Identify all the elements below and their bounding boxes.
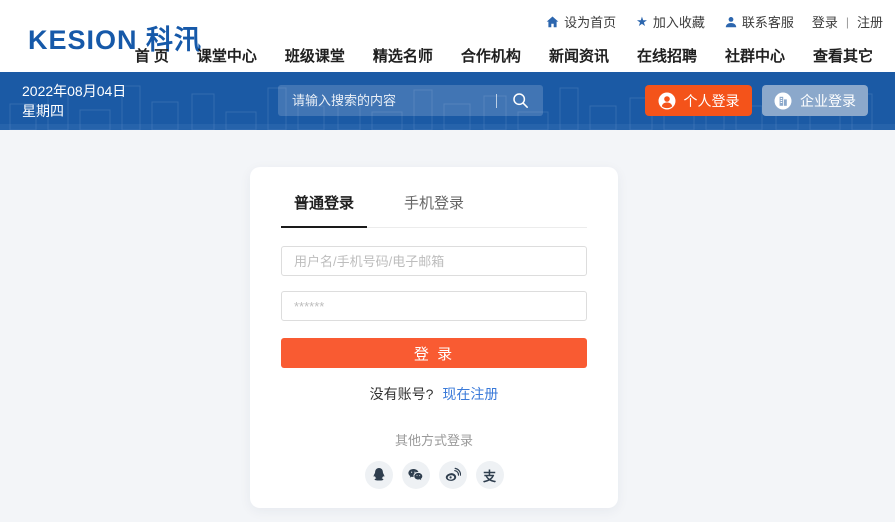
search-icon [512, 92, 529, 109]
banner: 2022年08月04日 星期四 个人登录 [0, 72, 895, 130]
login-link[interactable]: 登录 [812, 12, 838, 31]
auth-separator: | [846, 15, 849, 29]
tab-phone-login[interactable]: 手机登录 [391, 192, 477, 227]
personal-user-icon [658, 92, 676, 110]
nav-item-partners[interactable]: 合作机构 [461, 45, 521, 66]
personal-login-button[interactable]: 个人登录 [645, 85, 752, 116]
company-login-button[interactable]: 企业登录 [762, 85, 868, 116]
weibo-login-icon[interactable] [439, 461, 467, 489]
nav-item-classroom-center[interactable]: 课堂中心 [197, 45, 257, 66]
star-icon: ★ [636, 14, 648, 30]
nav-item-class-courses[interactable]: 班级课堂 [285, 45, 345, 66]
alipay-glyph: 支 [483, 466, 496, 485]
login-card: 普通登录 手机登录 登 录 没有账号? 现在注册 其他方式登录 [250, 167, 618, 508]
search-button[interactable] [497, 85, 543, 116]
contact-service-label: 联系客服 [742, 12, 794, 31]
set-homepage-label: 设为首页 [564, 12, 616, 31]
date-display: 2022年08月04日 星期四 [22, 81, 126, 121]
login-tabs: 普通登录 手机登录 [281, 167, 587, 228]
add-favorite-link[interactable]: ★ 加入收藏 [636, 12, 705, 31]
home-icon [546, 16, 559, 28]
register-now-link[interactable]: 现在注册 [442, 386, 498, 402]
no-account-text: 没有账号? [370, 386, 434, 402]
wechat-login-icon[interactable] [402, 461, 430, 489]
contact-service-link[interactable]: 联系客服 [725, 12, 794, 31]
search-box [278, 85, 543, 116]
auth-links: 登录 | 注册 [812, 12, 883, 31]
user-icon [725, 16, 737, 28]
top-utility-links: 设为首页 ★ 加入收藏 联系客服 登录 | 注册 [526, 12, 883, 31]
date-line: 2022年08月04日 [22, 81, 126, 101]
set-homepage-link[interactable]: 设为首页 [546, 12, 616, 31]
weekday-line: 星期四 [22, 101, 126, 121]
password-field[interactable] [281, 291, 587, 321]
page: KESION 科汛 设为首页 ★ 加入收藏 联系客服 登录 | [0, 0, 895, 522]
site-header: KESION 科汛 设为首页 ★ 加入收藏 联系客服 登录 | [0, 0, 895, 72]
nav-item-more[interactable]: 查看其它 [813, 45, 873, 66]
nav-item-jobs[interactable]: 在线招聘 [637, 45, 697, 66]
username-field[interactable] [281, 246, 587, 276]
personal-login-label: 个人登录 [684, 91, 740, 111]
nav-item-community[interactable]: 社群中心 [725, 45, 785, 66]
alipay-login-icon[interactable]: 支 [476, 461, 504, 489]
register-link[interactable]: 注册 [857, 12, 883, 31]
nav-item-featured-teachers[interactable]: 精选名师 [373, 45, 433, 66]
main-nav: 首 页 课堂中心 班级课堂 精选名师 合作机构 新闻资讯 在线招聘 社群中心 查… [107, 45, 873, 66]
tab-normal-login[interactable]: 普通登录 [281, 192, 367, 228]
social-login-row: 支 [281, 461, 587, 489]
login-submit-button[interactable]: 登 录 [281, 338, 587, 368]
add-favorite-label: 加入收藏 [653, 12, 705, 31]
qq-login-icon[interactable] [365, 461, 393, 489]
nav-item-news[interactable]: 新闻资讯 [549, 45, 609, 66]
search-input[interactable] [278, 93, 496, 108]
nav-item-home[interactable]: 首 页 [135, 45, 169, 66]
company-login-label: 企业登录 [800, 91, 856, 111]
register-row: 没有账号? 现在注册 [281, 384, 587, 404]
company-building-icon [774, 92, 792, 110]
other-login-label: 其他方式登录 [281, 430, 587, 449]
